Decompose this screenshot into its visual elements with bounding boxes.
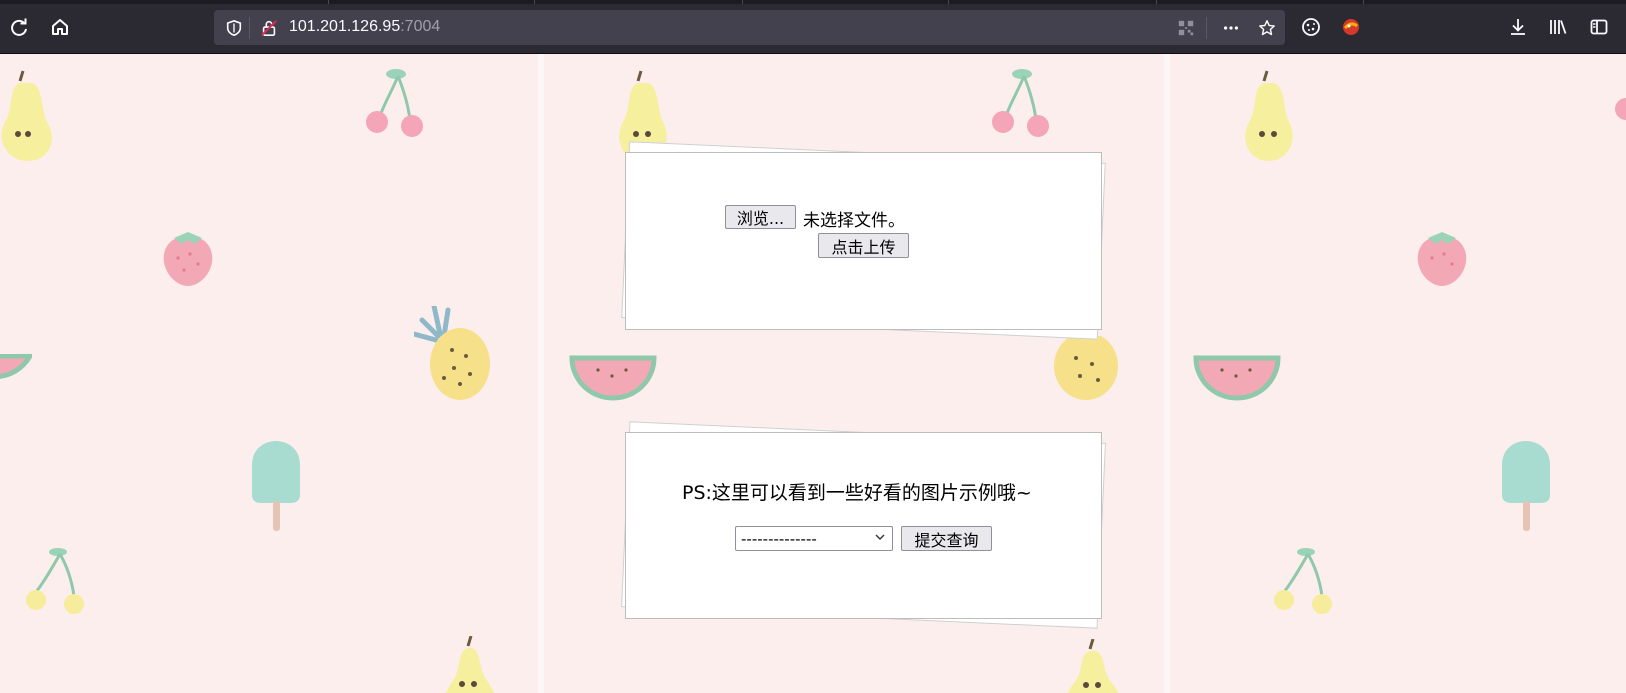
pineapple-icon bbox=[414, 306, 490, 400]
url-separator bbox=[249, 17, 250, 39]
watermelon-icon bbox=[569, 355, 657, 401]
url-separator-right bbox=[1206, 17, 1207, 39]
pear-icon bbox=[1068, 639, 1118, 693]
watermelon-icon bbox=[1193, 355, 1281, 401]
watermelon-icon bbox=[0, 354, 32, 379]
gallery-hint-text: PS:这里可以看到一些好看的图片示例哦~ bbox=[682, 482, 1032, 504]
query-submit-button[interactable]: 提交查询 bbox=[901, 526, 992, 551]
popsicle-icon bbox=[252, 441, 300, 531]
url-bar[interactable]: 101.201.126.95:7004 bbox=[214, 10, 1285, 45]
qr-code-icon[interactable] bbox=[1176, 18, 1196, 38]
gallery-card: PS:这里可以看到一些好看的图片示例哦~ -------------- 提交查询 bbox=[625, 432, 1102, 619]
url-text[interactable]: 101.201.126.95:7004 bbox=[289, 18, 440, 36]
cherry-icon bbox=[1274, 548, 1332, 614]
cherry-icon bbox=[1615, 98, 1626, 120]
background-seam bbox=[538, 54, 544, 693]
url-host: 101.201.126.95 bbox=[289, 18, 401, 35]
cherry-icon bbox=[992, 69, 1049, 137]
library-icon[interactable] bbox=[1543, 12, 1573, 42]
extension-icon[interactable] bbox=[1336, 12, 1366, 42]
upload-card: 浏览... 未选择文件。 点击上传 bbox=[625, 152, 1102, 330]
popsicle-icon bbox=[1502, 441, 1550, 531]
insecure-connection-icon[interactable] bbox=[259, 18, 279, 38]
reload-icon[interactable] bbox=[4, 12, 34, 42]
tracking-shield-icon[interactable] bbox=[224, 18, 244, 38]
page-content: 浏览... 未选择文件。 点击上传 PS:这里可以看到一些好看的图片示例哦~ -… bbox=[0, 54, 1626, 693]
pineapple-icon bbox=[1054, 336, 1118, 400]
upload-submit-button[interactable]: 点击上传 bbox=[818, 233, 909, 258]
cherry-icon bbox=[366, 69, 423, 137]
browse-button[interactable]: 浏览... bbox=[725, 205, 796, 229]
downloads-icon[interactable] bbox=[1503, 12, 1533, 42]
sidebar-icon[interactable] bbox=[1584, 12, 1614, 42]
page-actions-icon[interactable] bbox=[1221, 18, 1241, 38]
cherry-icon bbox=[26, 548, 84, 614]
strawberry-icon bbox=[1417, 232, 1467, 286]
browser-toolbar: 101.201.126.95:7004 bbox=[0, 0, 1626, 54]
home-icon[interactable] bbox=[45, 12, 75, 42]
chevron-down-icon bbox=[875, 534, 885, 540]
tab-strip bbox=[0, 0, 1626, 4]
cookie-extension-icon[interactable] bbox=[1296, 12, 1326, 42]
pear-icon bbox=[1245, 70, 1293, 161]
background-seam bbox=[1164, 54, 1170, 693]
pear-icon bbox=[1, 70, 52, 161]
bookmark-star-icon[interactable] bbox=[1257, 18, 1277, 38]
select-value: -------------- bbox=[741, 529, 817, 548]
url-port: :7004 bbox=[400, 18, 441, 35]
strawberry-icon bbox=[163, 232, 213, 286]
image-example-select[interactable]: -------------- bbox=[735, 526, 893, 551]
pear-icon bbox=[446, 636, 494, 693]
no-file-selected-text: 未选择文件。 bbox=[803, 211, 905, 231]
